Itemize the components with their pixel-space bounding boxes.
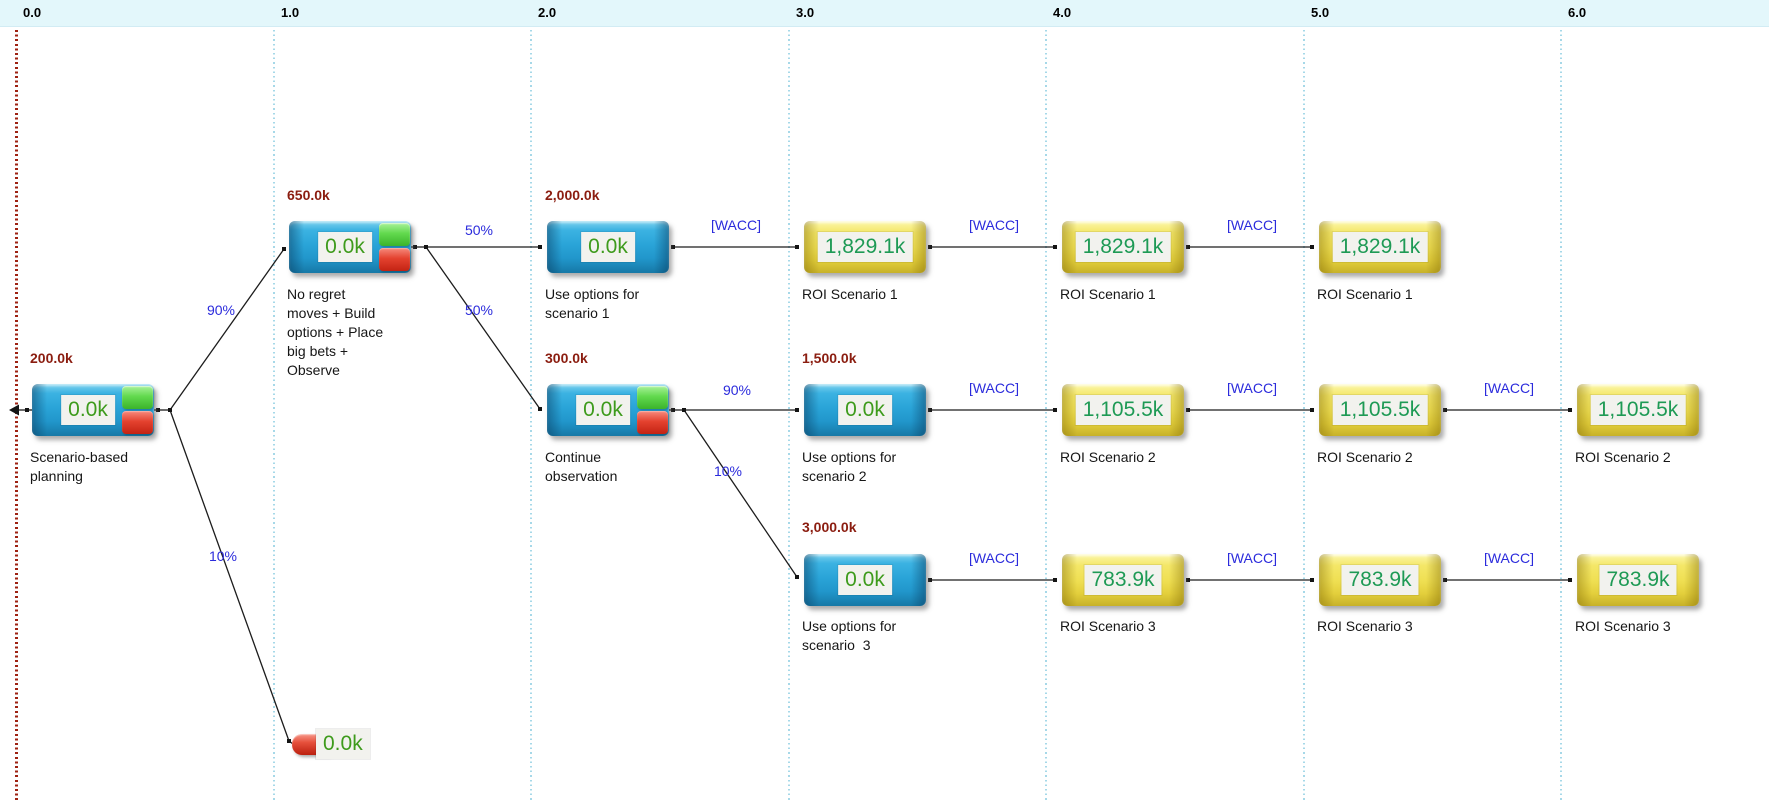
end-node-value: 0.0k — [316, 729, 370, 759]
wacc-label-row3-a[interactable]: [WACC] — [969, 550, 1019, 566]
decision-block-icon — [122, 386, 153, 409]
label-use-options-scenario-2[interactable]: Use options for scenario 2 — [802, 448, 896, 486]
chance-block-icon — [379, 248, 410, 271]
cost-continue-observation[interactable]: 300.0k — [545, 350, 588, 366]
label-roi-scenario-3-t4[interactable]: ROI Scenario 3 — [1060, 617, 1156, 636]
node-roi-scenario-3-t6[interactable]: 783.9k — [1577, 554, 1699, 606]
edge-root-to-end-node[interactable] — [170, 410, 289, 741]
probability-continue-down[interactable]: 10% — [714, 463, 742, 479]
chance-block-icon — [637, 411, 668, 434]
edge-to-continue-observation[interactable] — [426, 247, 540, 409]
wacc-label-row1-b[interactable]: [WACC] — [969, 217, 1019, 233]
decision-chance-end — [379, 223, 410, 271]
node-value: 0.0k — [61, 395, 115, 425]
root-arrow-icon — [9, 405, 19, 416]
label-roi-scenario-2-t4[interactable]: ROI Scenario 2 — [1060, 448, 1156, 467]
node-roi-scenario-2-t5[interactable]: 1,105.5k — [1319, 384, 1441, 436]
node-value: 0.0k — [838, 395, 892, 425]
wacc-label-row2-b[interactable]: [WACC] — [1227, 380, 1277, 396]
label-use-options-scenario-3[interactable]: Use options for scenario 3 — [802, 617, 896, 655]
decision-block-icon — [379, 223, 410, 246]
probability-continue-up[interactable]: 90% — [723, 382, 751, 398]
edge-root-to-no-regret[interactable] — [170, 249, 284, 410]
label-roi-scenario-2-t5[interactable]: ROI Scenario 2 — [1317, 448, 1413, 467]
node-scenario-based-planning[interactable]: 0.0k — [32, 384, 154, 436]
decision-tree-canvas: 0.0 1.0 2.0 3.0 4.0 5.0 6.0 — [0, 0, 1769, 802]
chance-block-icon — [122, 411, 153, 434]
probability-root-down[interactable]: 10% — [209, 548, 237, 564]
wacc-label-row3-c[interactable]: [WACC] — [1484, 550, 1534, 566]
node-use-options-scenario-3[interactable]: 0.0k — [804, 554, 926, 606]
cost-no-regret-moves[interactable]: 650.0k — [287, 187, 330, 203]
node-use-options-scenario-1[interactable]: 0.0k — [547, 221, 669, 273]
node-value: 1,829.1k — [818, 232, 913, 262]
edge-to-use-options-3[interactable] — [684, 410, 797, 577]
label-roi-scenario-1-t5[interactable]: ROI Scenario 1 — [1317, 285, 1413, 304]
node-roi-scenario-3-t4[interactable]: 783.9k — [1062, 554, 1184, 606]
node-roi-scenario-1-t4[interactable]: 1,829.1k — [1062, 221, 1184, 273]
decision-chance-end — [122, 386, 153, 434]
node-roi-scenario-1-t5[interactable]: 1,829.1k — [1319, 221, 1441, 273]
wacc-label-row2-c[interactable]: [WACC] — [1484, 380, 1534, 396]
node-value: 0.0k — [838, 565, 892, 595]
node-roi-scenario-2-t6[interactable]: 1,105.5k — [1577, 384, 1699, 436]
node-no-regret-moves[interactable]: 0.0k — [289, 221, 411, 273]
label-no-regret-moves[interactable]: No regret moves + Build options + Place … — [287, 285, 383, 380]
node-roi-scenario-1-t3[interactable]: 1,829.1k — [804, 221, 926, 273]
cost-use-options-scenario-1[interactable]: 2,000.0k — [545, 187, 600, 203]
cost-use-options-scenario-2[interactable]: 1,500.0k — [802, 350, 857, 366]
node-value: 0.0k — [581, 232, 635, 262]
node-continue-observation[interactable]: 0.0k — [547, 384, 669, 436]
cost-scenario-based-planning[interactable]: 200.0k — [30, 350, 73, 366]
node-roi-scenario-2-t4[interactable]: 1,105.5k — [1062, 384, 1184, 436]
node-value: 1,829.1k — [1076, 232, 1171, 262]
probability-noregret-down[interactable]: 50% — [465, 302, 493, 318]
node-value: 783.9k — [1599, 565, 1676, 595]
probability-noregret-up[interactable]: 50% — [465, 222, 493, 238]
node-value: 1,105.5k — [1591, 395, 1686, 425]
label-roi-scenario-2-t6[interactable]: ROI Scenario 2 — [1575, 448, 1671, 467]
node-value: 1,829.1k — [1333, 232, 1428, 262]
label-roi-scenario-1-t4[interactable]: ROI Scenario 1 — [1060, 285, 1156, 304]
node-value: 1,105.5k — [1333, 395, 1428, 425]
label-continue-observation[interactable]: Continue observation — [545, 448, 617, 486]
node-value: 0.0k — [576, 395, 630, 425]
decision-chance-end — [637, 386, 668, 434]
wacc-label-row1-a[interactable]: [WACC] — [711, 217, 761, 233]
probability-root-up[interactable]: 90% — [207, 302, 235, 318]
wacc-label-row3-b[interactable]: [WACC] — [1227, 550, 1277, 566]
label-scenario-based-planning[interactable]: Scenario-based planning — [30, 448, 128, 486]
wacc-label-row1-c[interactable]: [WACC] — [1227, 217, 1277, 233]
node-value: 1,105.5k — [1076, 395, 1171, 425]
label-roi-scenario-3-t5[interactable]: ROI Scenario 3 — [1317, 617, 1413, 636]
node-value: 783.9k — [1341, 565, 1418, 595]
wacc-label-row2-a[interactable]: [WACC] — [969, 380, 1019, 396]
node-value: 0.0k — [318, 232, 372, 262]
connector-dots — [25, 245, 1572, 743]
node-use-options-scenario-2[interactable]: 0.0k — [804, 384, 926, 436]
node-roi-scenario-3-t5[interactable]: 783.9k — [1319, 554, 1441, 606]
node-value: 783.9k — [1084, 565, 1161, 595]
label-roi-scenario-1-t3[interactable]: ROI Scenario 1 — [802, 285, 898, 304]
label-use-options-scenario-1[interactable]: Use options for scenario 1 — [545, 285, 639, 323]
cost-use-options-scenario-3[interactable]: 3,000.0k — [802, 519, 857, 535]
decision-block-icon — [637, 386, 668, 409]
label-roi-scenario-3-t6[interactable]: ROI Scenario 3 — [1575, 617, 1671, 636]
